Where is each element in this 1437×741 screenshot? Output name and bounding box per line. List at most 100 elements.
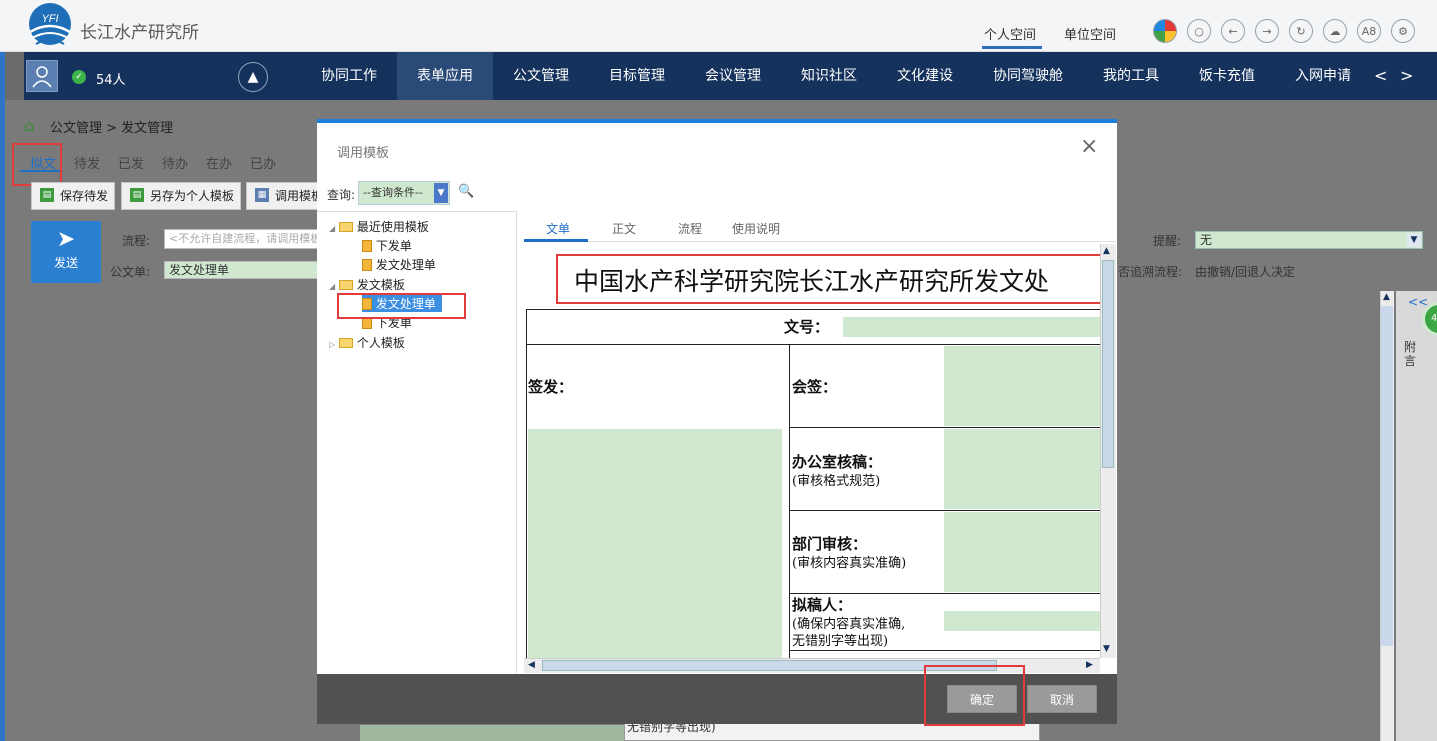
color-wheel-icon[interactable] — [1153, 19, 1177, 43]
query-value: --查询条件-- — [363, 186, 423, 199]
nav-item-culture[interactable]: 文化建设 — [880, 52, 970, 100]
scroll-left-icon[interactable]: ◀ — [528, 660, 535, 670]
nav-item-meetings[interactable]: 会议管理 — [688, 52, 778, 100]
table-line — [789, 427, 1100, 428]
query-select[interactable]: --查询条件-- ▼ — [358, 181, 450, 205]
sign-field[interactable] — [528, 429, 782, 658]
personal-space-link[interactable]: 个人空间 — [984, 24, 1036, 43]
tab-todo[interactable]: 待办 — [162, 153, 188, 172]
tree-node-personal[interactable]: ▷ 个人模板 — [329, 334, 405, 351]
side-note-label[interactable]: 附言 — [1404, 340, 1420, 368]
dialog-title: 调用模板 — [337, 146, 390, 161]
highlight-draft-tab — [12, 143, 62, 186]
tab-flow[interactable]: 流程 — [678, 220, 702, 237]
refresh-icon[interactable]: ↻ — [1289, 19, 1313, 43]
tab-instructions[interactable]: 使用说明 — [732, 220, 780, 237]
save-pending-label: 保存待发 — [60, 189, 109, 203]
office-review-field[interactable] — [944, 429, 1100, 509]
unit-space-link[interactable]: 单位空间 — [1064, 24, 1116, 43]
dept-review-field[interactable] — [944, 512, 1100, 592]
nav-item-goals[interactable]: 目标管理 — [592, 52, 682, 100]
table-line — [526, 344, 1100, 345]
avatar[interactable] — [26, 60, 58, 92]
cancel-button[interactable]: 取消 — [1027, 685, 1097, 713]
scroll-up-icon[interactable]: ▲ — [1103, 246, 1110, 256]
cloud-icon[interactable]: ☁ — [1323, 19, 1347, 43]
gear-icon[interactable]: ⚙ — [1391, 19, 1415, 43]
countersign-field[interactable] — [944, 346, 1100, 426]
breadcrumb: 公文管理 > 发文管理 — [50, 121, 174, 136]
scroll-down-icon[interactable]: ▼ — [1103, 644, 1110, 654]
font-size-icon-label: A8 — [1361, 24, 1377, 38]
scroll-right-icon[interactable]: ▶ — [1086, 660, 1093, 670]
nav-item-meal-card[interactable]: 饭卡充值 — [1182, 52, 1272, 100]
compass-icon[interactable]: ▲ — [238, 62, 268, 92]
query-label: 查询: — [327, 188, 356, 202]
chevron-down-icon[interactable]: ▼ — [434, 183, 448, 203]
highlight-confirm-button — [924, 665, 1025, 726]
preview-vertical-thumb[interactable] — [1102, 260, 1114, 468]
close-icon[interactable]: × — [1080, 136, 1098, 158]
doc-number-field[interactable] — [843, 317, 1100, 337]
trace-flow-label: 否追溯流程: — [1118, 265, 1183, 279]
table-line — [526, 309, 527, 658]
nav-prev-button[interactable]: < — [1374, 66, 1387, 85]
search-icon[interactable]: 🔍 — [458, 184, 474, 199]
dept-review-note: (审核内容真实准确) — [792, 556, 907, 571]
countersign-label: 会签： — [792, 378, 838, 396]
tab-sent[interactable]: 已发 — [118, 153, 144, 172]
table-line — [526, 309, 1100, 310]
nav-item-my-tools[interactable]: 我的工具 — [1086, 52, 1176, 100]
nav-item-knowledge[interactable]: 知识社区 — [784, 52, 874, 100]
tree-item-recent-issue[interactable]: 下发单 — [362, 237, 412, 254]
online-count: 54人 — [96, 73, 126, 88]
save-pending-button[interactable]: ▤ 保存待发 — [31, 182, 115, 210]
flow-input[interactable]: <不允许自建流程，请调用模板> — [164, 229, 324, 249]
nav-item-collaboration[interactable]: 协同工作 — [304, 52, 394, 100]
drafter-field[interactable] — [944, 611, 1100, 631]
call-template-label: 调用模板 — [275, 189, 317, 203]
chevron-down-icon[interactable]: ▼ — [1407, 233, 1421, 247]
nav-item-cockpit[interactable]: 协同驾驶舱 — [976, 52, 1080, 100]
tree-node-send-templates[interactable]: ◢ 发文模板 — [329, 276, 405, 293]
template-icon: ▦ — [255, 188, 269, 202]
flow-label: 流程: — [122, 234, 151, 248]
nav-item-form-apps[interactable]: 表单应用 — [397, 52, 493, 100]
forward-icon[interactable]: → — [1255, 19, 1279, 43]
tree-item-recent-dispatch[interactable]: 发文处理单 — [362, 256, 436, 273]
tab-pending-send[interactable]: 待发 — [74, 153, 100, 172]
expand-icon[interactable]: ◢ — [329, 282, 335, 291]
nav-item-documents[interactable]: 公文管理 — [496, 52, 586, 100]
home-icon[interactable]: ⌂ — [24, 116, 34, 135]
send-button[interactable]: ➤ 发送 — [31, 221, 101, 283]
logo: YFI — [29, 3, 71, 45]
back-icon[interactable]: ← — [1221, 19, 1245, 43]
call-template-button[interactable]: ▦ 调用模板 — [246, 182, 318, 210]
drafter-label: 拟稿人： — [792, 596, 853, 614]
collapse-arrow-icon[interactable]: ▷ — [329, 340, 335, 349]
page-scrollbar-thumb[interactable] — [1381, 306, 1393, 646]
background-field — [360, 725, 624, 741]
scroll-up-icon[interactable]: ▲ — [1383, 292, 1390, 302]
remind-select[interactable]: 无 ▼ — [1195, 231, 1423, 249]
tab-in-progress[interactable]: 在办 — [206, 153, 232, 172]
tab-done[interactable]: 已办 — [250, 153, 276, 172]
doc-icon — [362, 259, 372, 271]
doc-form-field[interactable]: 发文处理单 — [164, 261, 324, 279]
tab-body[interactable]: 正文 — [612, 220, 636, 237]
nav-next-button[interactable]: > — [1400, 66, 1413, 85]
search-icon[interactable]: ○ — [1187, 19, 1211, 43]
expand-icon[interactable]: ◢ — [329, 224, 335, 233]
tab-form[interactable]: 文单 — [546, 220, 570, 237]
nav-item-network-apply[interactable]: 入网申请 — [1278, 52, 1368, 100]
save-as-template-button[interactable]: ▤ 另存为个人模板 — [121, 182, 241, 210]
collapse-icon[interactable]: << — [1408, 295, 1428, 309]
dept-review-label: 部门审核： — [792, 535, 868, 553]
drafter-note-line2: 无错别字等出现) — [792, 634, 889, 649]
doc-number-label: 文号： — [784, 318, 830, 336]
online-status-icon: ✓ — [72, 70, 86, 84]
tree-node-recent[interactable]: ◢ 最近使用模板 — [329, 218, 429, 235]
org-name: 长江水产研究所 — [80, 23, 199, 43]
tree-label-send: 发文模板 — [356, 278, 405, 292]
font-size-icon[interactable]: A8 — [1357, 19, 1381, 43]
